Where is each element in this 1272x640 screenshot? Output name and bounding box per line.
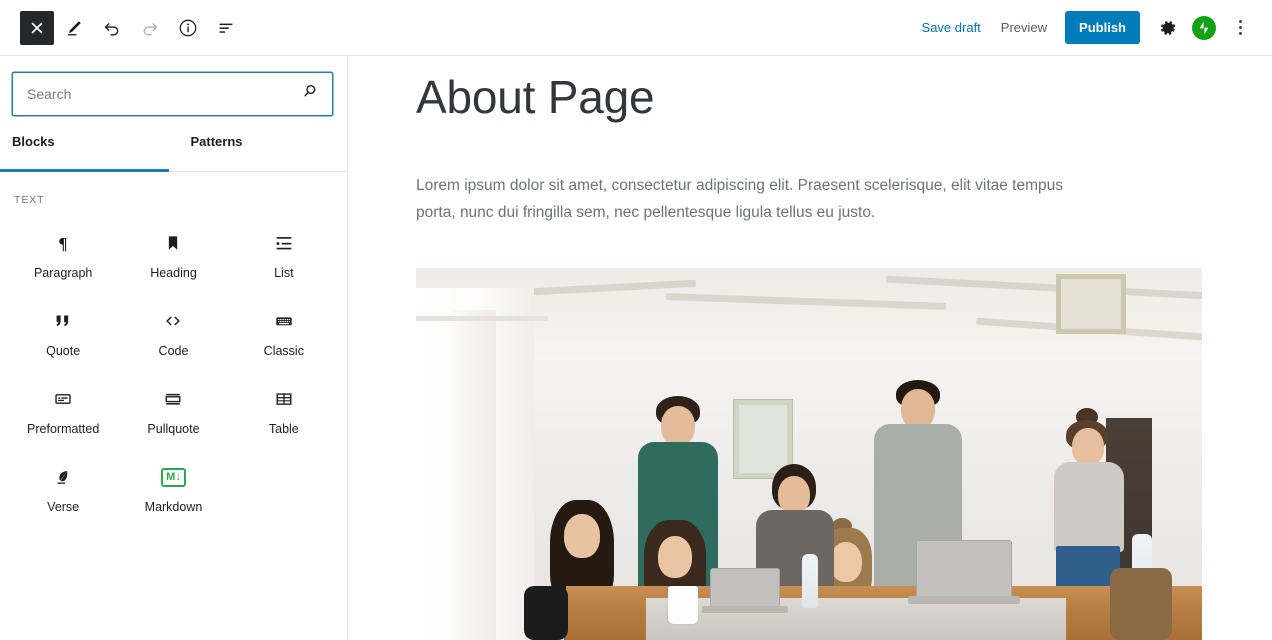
list-view-icon: [219, 23, 233, 33]
photo-chair: [524, 586, 568, 640]
undo-icon: [104, 22, 119, 35]
photo-mug: [668, 586, 698, 624]
photo-laptop-lid-2: [710, 568, 780, 608]
block-label: Preformatted: [27, 422, 100, 436]
close-editor-button[interactable]: [20, 10, 54, 45]
heading-icon: [163, 228, 183, 258]
block-label: List: [274, 266, 294, 280]
top-bar-right-actions: Save draft Preview Publish: [912, 10, 1272, 46]
block-item-table[interactable]: Table: [229, 368, 339, 446]
markdown-icon: M ↓: [161, 462, 186, 492]
close-icon: [31, 22, 43, 33]
edit-mode-button[interactable]: [56, 10, 92, 46]
publish-button[interactable]: Publish: [1065, 11, 1140, 44]
photo-laptop-base: [908, 596, 1020, 604]
table-icon: [273, 384, 295, 414]
save-draft-button[interactable]: Save draft: [912, 12, 991, 43]
markdown-badge-arrow: ↓: [175, 470, 181, 483]
photo-armchair: [1110, 568, 1172, 640]
block-item-heading[interactable]: Heading: [118, 212, 228, 290]
photo-table-clutter: [646, 598, 1066, 640]
tab-patterns[interactable]: Patterns: [169, 134, 348, 171]
block-item-pullquote[interactable]: Pullquote: [118, 368, 228, 446]
preformatted-icon: [52, 384, 74, 414]
paragraph-block[interactable]: Lorem ipsum dolor sit amet, consectetur …: [349, 125, 1149, 226]
block-label: Verse: [47, 500, 80, 514]
block-item-classic[interactable]: Classic: [229, 290, 339, 368]
photo-laptop-lid: [916, 540, 1012, 598]
preview-button[interactable]: Preview: [991, 12, 1057, 43]
block-item-preformatted[interactable]: Preformatted: [8, 368, 118, 446]
pullquote-icon: [162, 384, 184, 414]
photo-bottle: [802, 554, 818, 608]
editor-canvas: About Page Lorem ipsum dolor sit amet, c…: [349, 56, 1272, 640]
block-label: Classic: [263, 344, 304, 358]
block-item-verse[interactable]: Verse: [8, 446, 118, 524]
block-label: Quote: [46, 344, 81, 358]
info-icon: [179, 19, 197, 36]
block-label: Pullquote: [147, 422, 200, 436]
search-container: [0, 56, 347, 116]
list-icon: [273, 228, 295, 258]
jetpack-logo-icon: [1192, 15, 1216, 40]
block-label: Markdown: [144, 500, 203, 514]
jetpack-button[interactable]: [1186, 10, 1222, 46]
search-icon: [300, 82, 320, 107]
redo-button[interactable]: [132, 10, 168, 46]
content-info-button[interactable]: [170, 10, 206, 46]
list-view-button[interactable]: [208, 10, 244, 46]
image-block[interactable]: [416, 268, 1202, 640]
search-box[interactable]: [12, 72, 333, 116]
photo-curtain-rod: [416, 316, 548, 321]
block-category-label: TEXT: [14, 194, 45, 206]
jetpack-bolt-icon: [1199, 21, 1209, 34]
svg-text:¶: ¶: [59, 234, 68, 253]
top-bar-left-tools: [0, 10, 244, 46]
settings-button[interactable]: [1150, 10, 1186, 46]
block-item-markdown[interactable]: M ↓ Markdown: [118, 446, 228, 524]
paragraph-icon: ¶: [53, 228, 73, 258]
markdown-badge-letter: M: [166, 470, 176, 483]
markdown-badge: M ↓: [161, 467, 186, 487]
block-item-code[interactable]: Code: [118, 290, 228, 368]
more-options-button[interactable]: [1222, 10, 1258, 46]
code-icon: [161, 306, 185, 336]
photo-curtain: [452, 310, 496, 640]
photo-wall-frame-2: [1056, 274, 1126, 334]
editor-top-bar: Save draft Preview Publish: [0, 0, 1272, 56]
inserter-tabs: Blocks Patterns: [0, 134, 347, 172]
page-title[interactable]: About Page: [349, 56, 1272, 125]
block-label: Table: [268, 422, 299, 436]
block-label: Paragraph: [33, 266, 93, 280]
block-label: Code: [158, 344, 189, 358]
block-item-quote[interactable]: Quote: [8, 290, 118, 368]
block-inserter-sidebar: Blocks Patterns TEXT ¶ Paragraph: [0, 56, 348, 640]
block-label: Heading: [150, 266, 197, 280]
verse-quill-icon: [52, 462, 74, 492]
quote-icon: [52, 306, 74, 336]
redo-icon: [143, 22, 158, 35]
kebab-menu-icon: [1238, 20, 1242, 35]
editor-window: Save draft Preview Publish Search Blocks…: [0, 0, 1272, 640]
search-input[interactable]: [13, 73, 332, 115]
classic-keyboard-icon: [272, 306, 296, 336]
block-item-paragraph[interactable]: ¶ Paragraph: [8, 212, 118, 290]
photo-laptop-base-2: [702, 606, 788, 613]
tab-blocks[interactable]: Blocks: [0, 134, 169, 172]
pencil-icon: [68, 20, 81, 35]
gear-icon: [1161, 20, 1176, 35]
block-grid: ¶ Paragraph Heading List Quote Code Clas…: [0, 206, 347, 524]
block-item-list[interactable]: List: [229, 212, 339, 290]
undo-button[interactable]: [94, 10, 130, 46]
